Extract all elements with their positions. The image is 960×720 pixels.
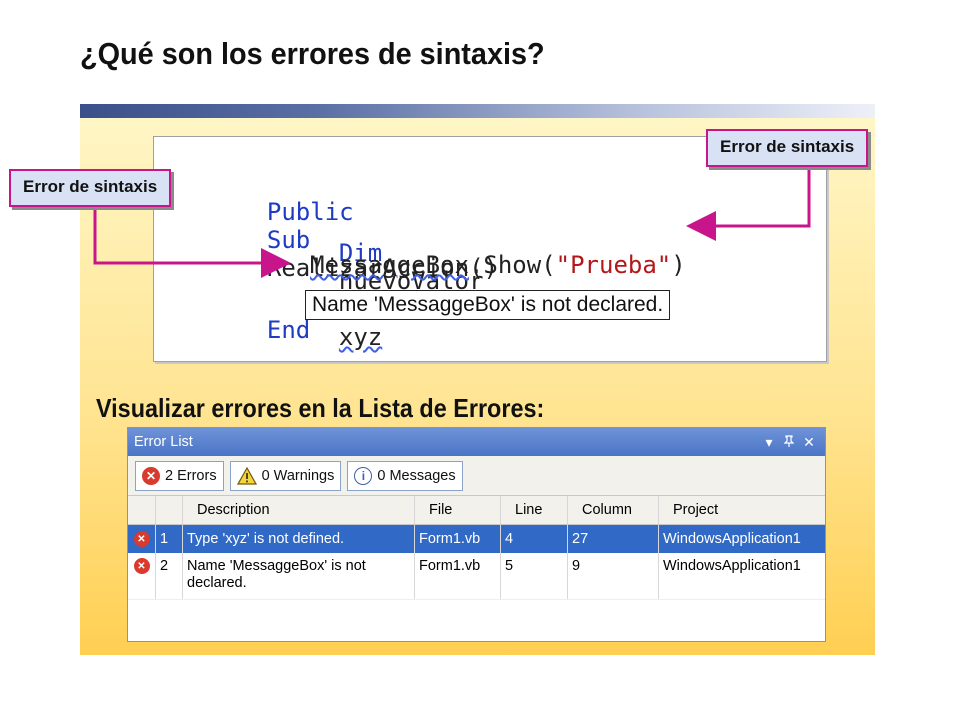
error-description: Name 'MessaggeBox' is not declared. <box>183 553 415 599</box>
messages-filter-button[interactable]: i 0 Messages <box>347 460 463 491</box>
warning-icon <box>236 466 257 485</box>
error-file: Form1.vb <box>415 553 501 599</box>
empty-row <box>128 599 825 630</box>
error-list-title: Error List <box>134 434 193 450</box>
error-number: 2 <box>156 553 183 599</box>
column-header-column[interactable]: Column <box>568 496 659 524</box>
close-icon[interactable]: ✕ <box>799 434 819 451</box>
column-header-project[interactable]: Project <box>659 496 823 524</box>
error-column: 27 <box>568 525 659 553</box>
dropdown-icon[interactable]: ▾ <box>759 434 779 451</box>
info-icon: i <box>354 466 373 485</box>
warnings-count-label: 0 Warnings <box>261 467 335 484</box>
error-list-titlebar: Error List ▾ ✕ <box>128 428 825 456</box>
error-column: 9 <box>568 553 659 599</box>
row-icon-cell: ✕ <box>128 553 156 599</box>
column-header-description[interactable]: Description <box>183 496 415 524</box>
error-file: Form1.vb <box>415 525 501 553</box>
pin-icon[interactable] <box>779 434 799 450</box>
error-list-header: Description File Line Column Project <box>128 496 825 525</box>
right-callout-arrow <box>686 168 811 241</box>
error-list-toolbar: ✕ 2 Errors 0 Warnings i 0 Messages <box>128 456 825 496</box>
errors-filter-button[interactable]: ✕ 2 Errors <box>135 460 224 491</box>
error-row[interactable]: ✕ 1 Type 'xyz' is not defined. Form1.vb … <box>128 525 825 553</box>
callout-right: Error de sintaxis <box>706 129 869 167</box>
column-header-file[interactable]: File <box>415 496 501 524</box>
error-row[interactable]: ✕ 2 Name 'MessaggeBox' is not declared. … <box>128 553 825 599</box>
error-icon: ✕ <box>133 558 150 574</box>
error-line: 4 <box>501 525 568 553</box>
error-project: WindowsApplication1 <box>663 531 801 547</box>
messages-count-label: 0 Messages <box>377 467 456 484</box>
section-label: Visualizar errores en la Lista de Errore… <box>96 393 545 423</box>
column-header-number[interactable] <box>156 496 183 524</box>
errors-count-label: 2 Errors <box>165 467 217 484</box>
error-icon: ✕ <box>142 466 160 485</box>
left-callout-arrow <box>93 208 291 278</box>
column-header-icon[interactable] <box>128 496 156 524</box>
error-list-window: Error List ▾ ✕ ✕ 2 Errors 0 Warnings i 0… <box>127 427 826 642</box>
error-number: 1 <box>156 525 183 553</box>
error-project: WindowsApplication1 <box>663 558 801 574</box>
row-icon-cell: ✕ <box>128 525 156 553</box>
callout-left: Error de sintaxis <box>9 169 172 207</box>
error-line: 5 <box>501 553 568 599</box>
warnings-filter-button[interactable]: 0 Warnings <box>229 460 342 491</box>
column-header-line[interactable]: Line <box>501 496 568 524</box>
error-description: Type 'xyz' is not defined. <box>183 525 415 553</box>
error-icon: ✕ <box>133 531 150 547</box>
